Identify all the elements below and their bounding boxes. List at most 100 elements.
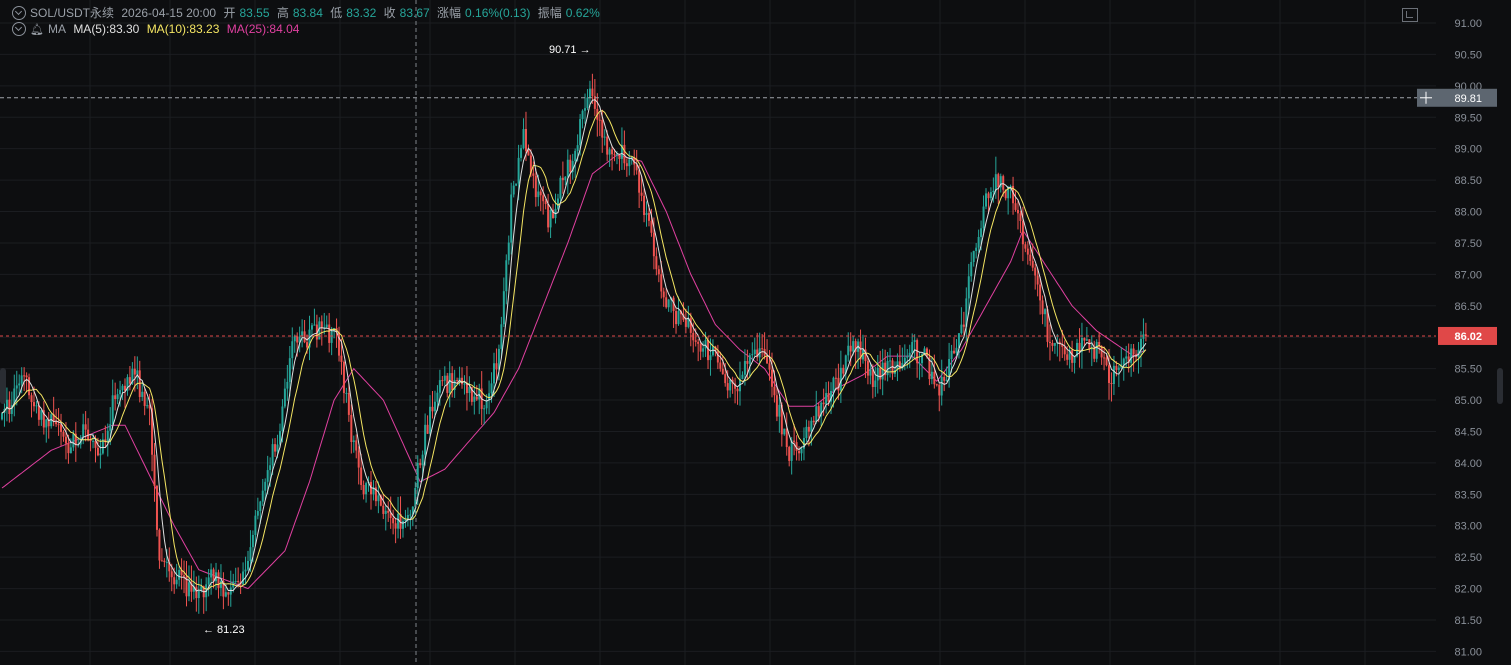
- open-value: 83.55: [239, 6, 270, 20]
- candle-body: [495, 363, 498, 370]
- candle-body: [591, 88, 594, 97]
- candle-body: [586, 97, 589, 109]
- bell-icon[interactable]: 🔔︎: [30, 23, 44, 36]
- candle-body: [1110, 382, 1113, 385]
- candle-body: [116, 394, 119, 400]
- candle-body: [15, 385, 18, 389]
- candle-body: [276, 444, 279, 452]
- price-tick-label: 82.50: [1454, 552, 1482, 564]
- candle-body: [256, 511, 259, 516]
- price-tick-label: 89.00: [1454, 144, 1482, 156]
- candle-body: [1024, 244, 1027, 249]
- candle-body: [28, 377, 31, 396]
- candle-body: [121, 385, 124, 391]
- candle-body: [500, 324, 503, 349]
- candle-body: [421, 454, 424, 466]
- change-label: 涨幅: [437, 6, 462, 20]
- candle-body: [522, 128, 525, 149]
- candle-body: [8, 399, 11, 414]
- fullscreen-icon[interactable]: [1402, 8, 1418, 22]
- collapse-chevron-icon[interactable]: [12, 22, 26, 36]
- candle-body: [197, 590, 200, 599]
- candle-body: [342, 361, 345, 394]
- candle-body: [1112, 365, 1115, 385]
- candle-body: [1117, 367, 1120, 370]
- candle-body: [293, 336, 296, 342]
- candle-body: [1103, 357, 1106, 359]
- candle-body: [903, 357, 906, 363]
- candle-body: [1034, 267, 1037, 276]
- candle-body: [1100, 346, 1103, 358]
- candle-body: [136, 370, 139, 375]
- candle-body: [817, 406, 820, 417]
- candle-body: [753, 349, 756, 355]
- candle-body: [721, 368, 724, 375]
- candle-body: [1088, 339, 1091, 350]
- price-tick-label: 83.50: [1454, 489, 1482, 501]
- price-tick-label: 87.00: [1454, 269, 1482, 281]
- candle-body: [798, 450, 801, 454]
- candle-body: [247, 560, 249, 570]
- candle-body: [274, 444, 277, 452]
- candle-body: [517, 157, 520, 184]
- price-tick-label: 83.00: [1454, 521, 1482, 533]
- candle-body: [778, 404, 781, 417]
- candle-body: [465, 383, 468, 394]
- ma-indicator-label[interactable]: MA: [48, 22, 66, 36]
- price-tick-label: 89.50: [1454, 112, 1482, 124]
- candle-body: [665, 297, 668, 308]
- candle-body: [387, 510, 390, 513]
- candle-body: [183, 575, 186, 577]
- candle-body: [807, 426, 810, 432]
- price-tick-label: 84.00: [1454, 458, 1482, 470]
- candle-body: [982, 206, 985, 229]
- candle-body: [468, 386, 471, 394]
- candle-body: [109, 424, 112, 431]
- candle-body: [960, 324, 963, 334]
- candle-body: [849, 345, 852, 352]
- open-label: 开: [223, 6, 236, 20]
- candle-body: [406, 514, 409, 519]
- candle-body: [505, 260, 508, 292]
- candle-body: [785, 428, 788, 448]
- candle-body: [741, 374, 744, 380]
- candle-body: [655, 256, 658, 270]
- candle-body: [913, 340, 916, 342]
- candle-body: [153, 454, 156, 486]
- candle-body: [751, 354, 754, 356]
- candle-body: [702, 348, 705, 352]
- price-tick-label: 85.50: [1454, 364, 1482, 376]
- candle-body: [967, 276, 970, 299]
- candle-body: [313, 324, 316, 326]
- candle-body: [623, 144, 626, 164]
- candle-body: [1053, 343, 1056, 346]
- ma25-legend: MA(25):84.04: [226, 22, 300, 36]
- candle-body: [187, 582, 190, 597]
- candle-body: [443, 375, 446, 381]
- candle-body: [1048, 341, 1051, 343]
- candle-body: [1142, 334, 1145, 339]
- candle-body: [559, 177, 562, 199]
- candle-body: [606, 136, 609, 155]
- candle-body: [566, 159, 569, 177]
- candle-body: [170, 571, 173, 578]
- candle-body: [394, 523, 397, 529]
- collapse-chevron-icon[interactable]: [12, 6, 26, 20]
- candle-body: [886, 360, 889, 376]
- left-scroll-handle[interactable]: [0, 368, 6, 404]
- candle-body: [62, 431, 65, 437]
- candle-body: [1002, 176, 1005, 190]
- candle-body: [45, 419, 48, 428]
- candlestick-chart[interactable]: 81.00 81.50 82.00 82.50 83.00 83.50 84.00 84.50…: [0, 0, 1511, 665]
- candle-body: [30, 395, 33, 403]
- candle-body: [918, 363, 921, 365]
- candle-body: [603, 136, 606, 138]
- candle-body: [549, 210, 552, 228]
- candle-body: [431, 406, 434, 412]
- candle-body: [229, 587, 232, 595]
- right-scroll-handle[interactable]: [1497, 368, 1503, 404]
- candle-body: [938, 384, 941, 396]
- candle-body: [362, 484, 365, 495]
- candle-body: [271, 444, 274, 466]
- candle-body: [933, 371, 936, 385]
